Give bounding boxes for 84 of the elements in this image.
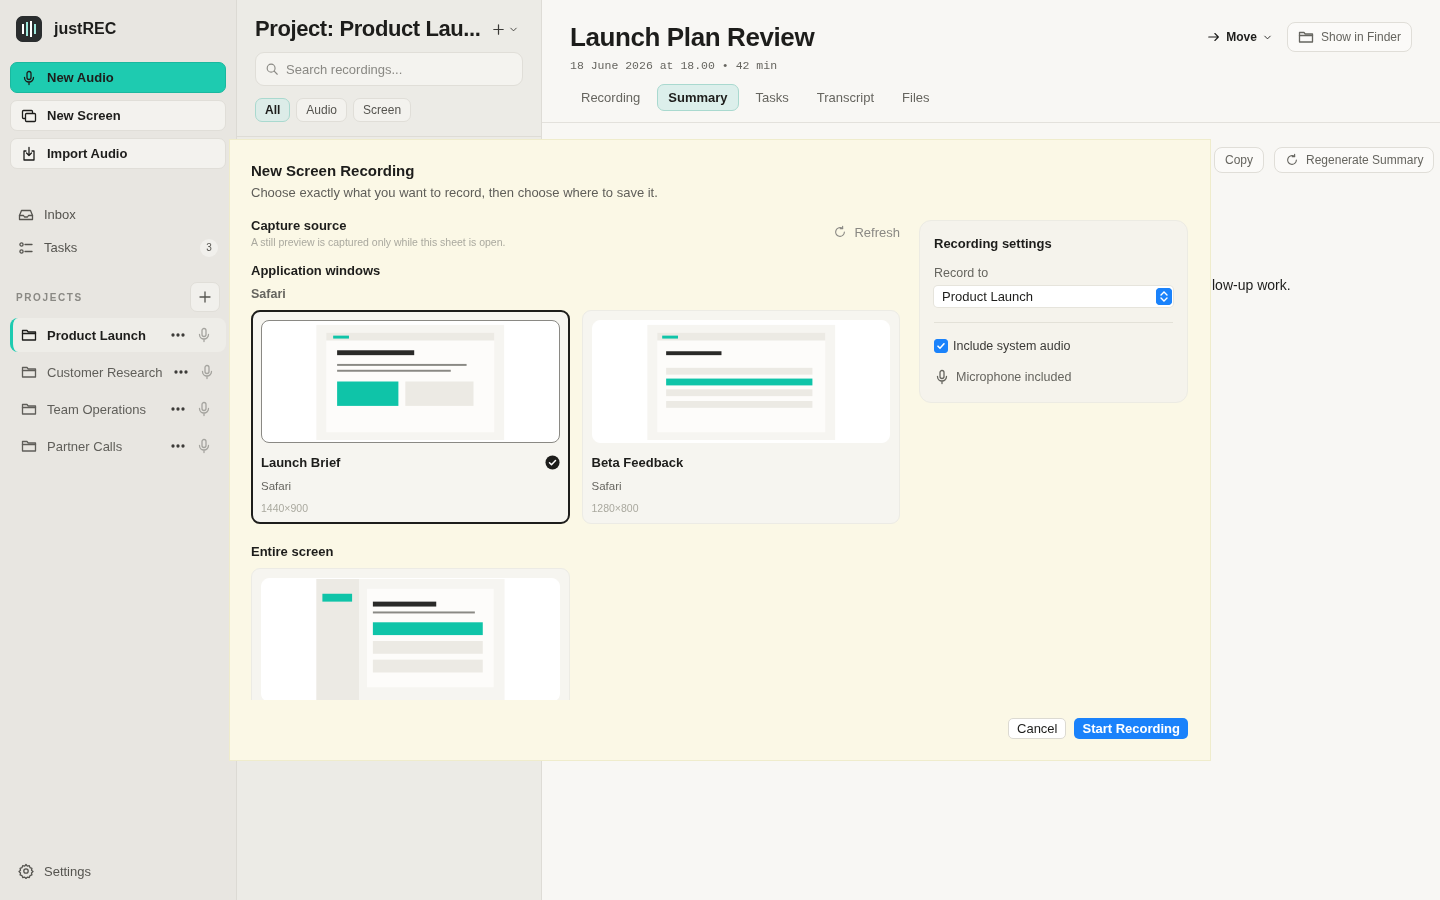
sheet-title: New Screen Recording: [251, 162, 416, 179]
checkmark-icon: [544, 455, 560, 470]
folder-icon: [21, 401, 37, 417]
screens-icon: [21, 107, 37, 124]
section-heading: Capture source: [251, 218, 348, 233]
field-label: Record to: [934, 266, 990, 280]
import-audio-button[interactable]: Import Audio: [10, 138, 226, 169]
refresh-icon: [1285, 153, 1299, 167]
record-to-select[interactable]: Product Launch: [934, 286, 1173, 307]
section-heading: PROJECTS: [16, 291, 83, 303]
section-heading: Entire screen: [251, 544, 335, 559]
refresh-icon: [833, 225, 848, 239]
settings-item[interactable]: Settings: [10, 856, 226, 886]
tab[interactable]: Tasks: [744, 84, 800, 111]
arrow-right-icon: [1207, 30, 1222, 44]
sidebar-item-label: Inbox: [44, 207, 77, 222]
project-name: Product Launch: [47, 327, 147, 343]
checkbox[interactable]: [934, 339, 948, 353]
plus-icon: [197, 289, 213, 305]
folder-icon: [21, 327, 37, 343]
cancel-button[interactable]: Cancel: [1008, 718, 1067, 739]
show-in-finder-button[interactable]: Show in Finder: [1286, 22, 1412, 52]
sidebar-item-label: Tasks: [44, 240, 79, 255]
checkmark-icon: [936, 341, 946, 351]
window-size: 1440×900: [261, 502, 309, 514]
window-app: Safari: [261, 480, 293, 492]
count-badge: 3: [200, 238, 218, 257]
tab[interactable]: Recording: [570, 84, 652, 111]
microphone-icon: [196, 401, 212, 417]
window-title: Launch Brief: [261, 455, 341, 470]
tab[interactable]: Transcript: [805, 84, 886, 111]
window-card[interactable]: Beta Feedback Safari 1280×800: [581, 310, 900, 524]
sheet-subtitle: Choose exactly what you want to record, then choose where to save it.: [251, 185, 659, 200]
microphone-icon: [196, 438, 212, 454]
search-field[interactable]: Search recordings...: [255, 52, 523, 86]
folder-icon: [21, 364, 37, 380]
window-card[interactable]: Launch Brief Safari 1440×900: [251, 310, 570, 524]
project-item[interactable]: Partner Calls: [10, 429, 226, 463]
microphone-icon: [196, 327, 212, 343]
microphone-icon: [934, 369, 950, 385]
app-logo-icon: [16, 16, 42, 42]
sidebar-item[interactable]: Inbox: [10, 198, 226, 231]
microphone-status: Microphone included: [956, 370, 1072, 384]
microphone-icon: [21, 69, 37, 86]
project-name: Partner Calls: [47, 438, 124, 454]
filter-chip[interactable]: Audio: [296, 98, 348, 122]
project-title: Project: Product Lau...: [255, 16, 481, 42]
checkbox-label: Include system audio: [953, 339, 1071, 353]
section-heading: Application windows: [251, 263, 382, 278]
tab[interactable]: Summary: [657, 84, 739, 111]
regenerate-summary-button[interactable]: Regenerate Summary: [1274, 147, 1435, 173]
tab[interactable]: Files: [891, 84, 941, 111]
import-icon: [21, 145, 37, 162]
move-button[interactable]: Move: [1205, 22, 1275, 52]
copy-button[interactable]: Copy: [1214, 147, 1264, 173]
folder-icon: [21, 438, 37, 454]
app-name: justREC: [54, 20, 117, 38]
add-project-button[interactable]: [190, 282, 220, 312]
project-item[interactable]: Customer Research: [10, 355, 226, 389]
panel-title: Recording settings: [934, 236, 1053, 251]
recording-title: Launch Plan Review: [570, 22, 816, 53]
new-audio-button[interactable]: New Audio: [10, 62, 226, 93]
task-list-icon: [18, 239, 34, 256]
project-item[interactable]: Product Launch: [10, 318, 226, 352]
stepper-icon: [1156, 288, 1172, 305]
folder-icon: [1297, 29, 1314, 45]
window-title: Beta Feedback: [591, 455, 684, 470]
recording-meta: 18 June 2026 at 18.00 • 42 min: [570, 59, 779, 72]
settings-label: Settings: [44, 863, 91, 879]
settings-icon: [18, 863, 34, 879]
summary-text: low-up work.: [1212, 277, 1292, 293]
app-group-label: Safari: [251, 287, 287, 301]
filter-chip[interactable]: Screen: [353, 98, 412, 122]
window-size: 1280×800: [591, 502, 640, 514]
project-name: Customer Research: [47, 364, 163, 380]
start-recording-button[interactable]: Start Recording: [1074, 718, 1188, 739]
plus-icon: [491, 21, 506, 37]
sidebar-item[interactable]: Tasks 3: [10, 231, 226, 264]
new-screen-button[interactable]: New Screen: [10, 100, 226, 131]
window-app: Safari: [591, 480, 623, 492]
hint-text: A still preview is captured only while this sheet is open.: [251, 236, 506, 248]
project-item[interactable]: Team Operations: [10, 392, 226, 426]
filter-chip[interactable]: All: [255, 98, 291, 122]
project-name: Team Operations: [47, 401, 147, 417]
